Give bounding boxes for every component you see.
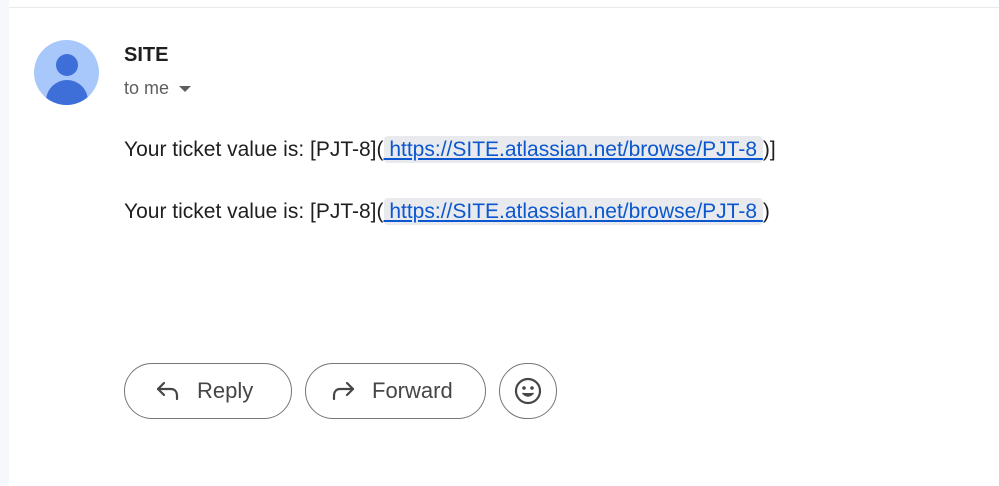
- caret-down-icon[interactable]: [179, 85, 192, 92]
- message-line: Your ticket value is: [PJT-8]( https://S…: [124, 198, 770, 225]
- smiley-face-icon: [514, 377, 542, 405]
- message-text-suffix: ): [762, 200, 770, 223]
- reply-arrow-icon: [156, 381, 179, 401]
- ticket-link[interactable]: https://SITE.atlassian.net/browse/PJT-8: [383, 136, 763, 163]
- reply-button[interactable]: Reply: [124, 363, 292, 419]
- sender-avatar-icon[interactable]: [34, 40, 99, 105]
- recipient-label: to me: [124, 78, 170, 98]
- message-text: Your ticket value is: [PJT-8](: [124, 138, 384, 161]
- forward-button[interactable]: Forward: [305, 363, 486, 419]
- avatar-head: [56, 54, 78, 76]
- reply-label: Reply: [197, 378, 254, 403]
- recipient-row: to me: [124, 78, 192, 99]
- message-actions: Reply Forward: [124, 363, 557, 419]
- left-panel-edge: [0, 0, 9, 486]
- avatar-body: [46, 80, 88, 105]
- forward-arrow-icon: [332, 381, 355, 401]
- message-line: Your ticket value is: [PJT-8]( https://S…: [124, 136, 776, 163]
- emoji-reaction-button[interactable]: [499, 363, 557, 419]
- message-text: Your ticket value is: [PJT-8](: [124, 200, 384, 223]
- sender-name[interactable]: SITE: [124, 44, 168, 67]
- message-text-suffix: )]: [762, 138, 776, 161]
- forward-label: Forward: [372, 378, 453, 403]
- ticket-link[interactable]: https://SITE.atlassian.net/browse/PJT-8: [383, 198, 763, 225]
- top-divider: [9, 7, 999, 8]
